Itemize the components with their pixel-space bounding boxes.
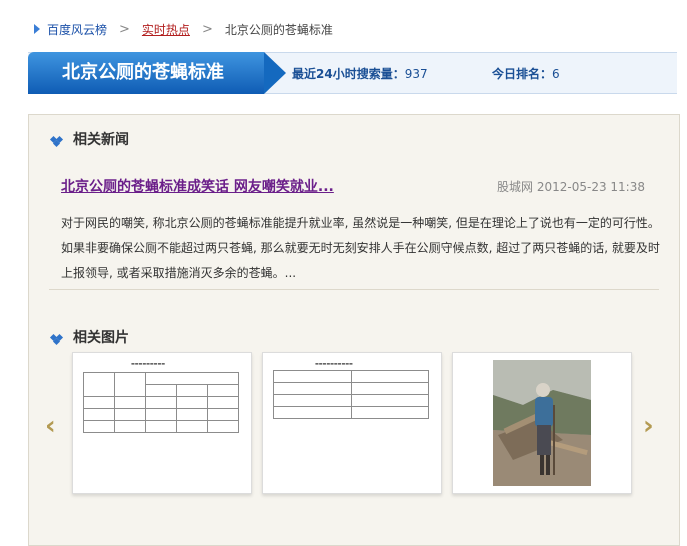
pictures-section-header: 相关图片 bbox=[49, 327, 129, 347]
photo-image bbox=[493, 360, 591, 486]
news-section-header: 相关新闻 bbox=[49, 129, 129, 149]
pictures-section-title: 相关图片 bbox=[73, 330, 129, 346]
news-headline-link[interactable]: 北京公厕的苍蝇标准成笑话 网友嘲笑就业... bbox=[61, 176, 334, 196]
today-rank: 今日排名：6 bbox=[492, 65, 560, 82]
news-section-title: 相关新闻 bbox=[73, 132, 129, 148]
carousel-next-button[interactable]: › bbox=[643, 411, 654, 441]
breadcrumb-separator: > bbox=[201, 21, 213, 37]
indicators-table-image bbox=[273, 370, 429, 419]
carousel-prev-button[interactable]: ‹ bbox=[45, 411, 56, 441]
search-volume: 最近24小时搜索量：937 bbox=[292, 65, 428, 82]
content-panel: 相关新闻 北京公厕的苍蝇标准成笑话 网友嘲笑就业... 股城网 2012-05-… bbox=[28, 114, 680, 546]
elderly-woman-photo bbox=[493, 360, 591, 486]
standards-table-image bbox=[83, 372, 239, 433]
today-rank-label: 今日排名： bbox=[492, 67, 553, 81]
breadcrumb-home-link[interactable]: 百度风云榜 bbox=[47, 21, 107, 38]
diamond-bullet-icon bbox=[49, 133, 64, 148]
breadcrumb: 百度风云榜 > 实时热点 > 北京公厕的苍蝇标准 bbox=[34, 20, 333, 38]
news-summary: 对于网民的嘲笑, 称北京公厕的苍蝇标准能提升就业率, 虽然说是一种嘲笑, 但是在… bbox=[61, 216, 660, 280]
news-meta: 股城网 2012-05-23 11:38 bbox=[497, 178, 645, 195]
related-image-thumbnail[interactable]: ▬▬▬▬▬▬▬▬▬ bbox=[72, 352, 252, 494]
search-volume-label: 最近24小时搜索量： bbox=[292, 67, 405, 81]
breadcrumb-current: 北京公厕的苍蝇标准 bbox=[224, 22, 333, 37]
topic-header: 北京公厕的苍蝇标准 最近24小时搜索量：937 今日排名：6 bbox=[28, 52, 677, 94]
page-title: 北京公厕的苍蝇标准 bbox=[28, 52, 286, 94]
news-datetime: 2012-05-23 11:38 bbox=[536, 180, 645, 194]
diamond-bullet-icon bbox=[49, 331, 64, 346]
section-divider bbox=[49, 289, 659, 290]
today-rank-value: 6 bbox=[552, 67, 560, 81]
related-image-thumbnail[interactable] bbox=[452, 352, 632, 494]
breadcrumb-arrow-icon bbox=[34, 24, 40, 34]
search-volume-value: 937 bbox=[404, 67, 428, 81]
breadcrumb-separator: > bbox=[119, 21, 130, 37]
breadcrumb-hot-link[interactable]: 实时热点 bbox=[142, 21, 190, 38]
related-image-thumbnail[interactable]: ▬▬▬▬▬▬▬▬▬▬ bbox=[262, 352, 442, 494]
news-source: 股城网 bbox=[497, 180, 534, 194]
